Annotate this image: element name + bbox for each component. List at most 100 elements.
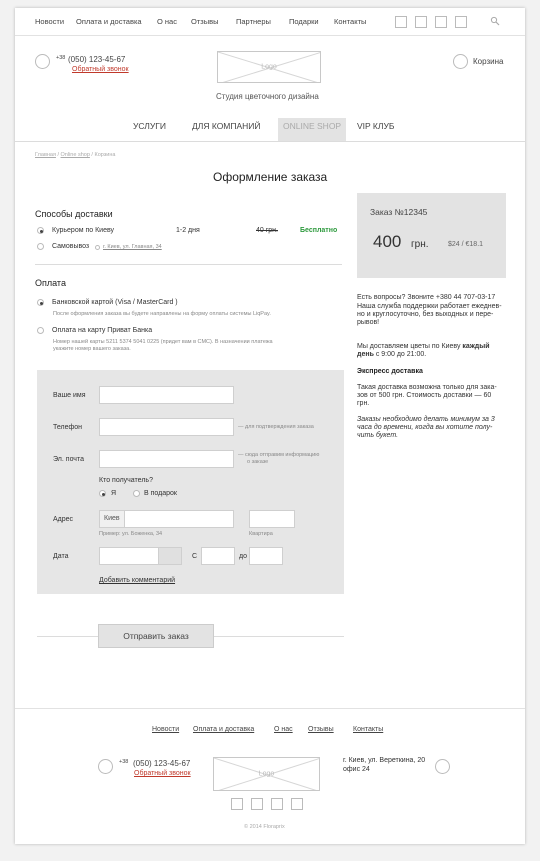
breadcrumb-shop[interactable]: Online shop [61, 152, 90, 158]
name-label: Ваше имя [53, 392, 86, 399]
recipient-gift-label[interactable]: В подарок [144, 490, 177, 497]
apartment-label: Квартира [249, 531, 273, 537]
footer-logo-text: Logo [258, 770, 275, 778]
delivery-info-text: с 9:00 до 21:00. [375, 351, 427, 358]
breadcrumb-sep: / [57, 152, 59, 158]
social-icon[interactable] [415, 16, 427, 28]
order-time-note: часа до времени, когда вы хотите полу- [357, 424, 493, 431]
cart-link[interactable]: Корзина [473, 57, 503, 66]
apartment-input[interactable] [249, 510, 295, 528]
time-to-label: до [239, 553, 247, 560]
top-nav-link-contacts[interactable]: Контакты [334, 17, 366, 26]
delivery-courier-label[interactable]: Курьером по Киеву [52, 227, 114, 234]
payment-card-note: После оформления заказа вы будете направ… [53, 311, 271, 317]
delivery-pickup-radio[interactable] [37, 243, 44, 250]
page: Новости Оплата и доставка О нас Отзывы П… [15, 8, 525, 844]
top-nav-link-about[interactable]: О нас [157, 17, 177, 26]
social-icon[interactable] [395, 16, 407, 28]
main-nav-companies[interactable]: ДЛЯ КОМПАНИЙ [192, 121, 261, 131]
recipient-question: Кто получатель? [99, 477, 153, 484]
city-field[interactable]: Киев [99, 510, 125, 528]
submit-order-button[interactable]: Отправить заказ [98, 624, 214, 648]
footer-phone[interactable]: (050) 123-45-67 [133, 759, 190, 768]
breadcrumb-sep: / [91, 152, 93, 158]
location-icon [435, 759, 450, 774]
top-nav-link-partners[interactable]: Партнеры [236, 17, 271, 26]
main-nav-online-shop[interactable]: ONLINE SHOP [278, 118, 347, 141]
footer: Новости Оплата и доставка О нас Отзывы К… [15, 708, 525, 844]
order-currency: грн. [411, 239, 429, 250]
footer-link-reviews[interactable]: Отзывы [308, 726, 334, 733]
divider [35, 264, 342, 265]
time-from-label: С [192, 553, 198, 560]
footer-callback-link[interactable]: Обратный звонок [134, 770, 191, 777]
recipient-me-label[interactable]: Я [111, 490, 116, 497]
callback-link[interactable]: Обратный звонок [72, 66, 129, 73]
date-input[interactable] [99, 547, 159, 565]
logo[interactable]: Logo [217, 51, 321, 83]
recipient-gift-radio[interactable] [133, 490, 140, 497]
delivery-info-bold: день [357, 351, 374, 358]
payment-privat-label[interactable]: Оплата на карту Приват Банка [52, 327, 152, 334]
top-nav: Новости Оплата и доставка О нас Отзывы П… [15, 8, 525, 36]
payment-card-radio[interactable] [37, 299, 44, 306]
delivery-pickup-address[interactable]: г. Киев, ул. Главная, 34 [103, 244, 162, 250]
phone-input[interactable] [99, 418, 234, 436]
calendar-button[interactable] [158, 547, 182, 565]
copyright: © 2014 Floraprix [244, 824, 285, 830]
email-input[interactable] [99, 450, 234, 468]
name-input[interactable] [99, 386, 234, 404]
delivery-pickup-label[interactable]: Самовывоз [52, 243, 89, 250]
breadcrumb: Главная / Online shop / Корзина [35, 152, 115, 158]
phone-icon [98, 759, 113, 774]
social-icon[interactable] [291, 798, 303, 810]
footer-logo[interactable]: Logo [213, 757, 320, 791]
divider [15, 141, 525, 142]
social-icon[interactable] [435, 16, 447, 28]
cart-icon[interactable] [453, 54, 468, 69]
top-nav-link-news[interactable]: Новости [35, 17, 64, 26]
header-phone[interactable]: (050) 123-45-67 [68, 55, 125, 64]
social-icon[interactable] [231, 798, 243, 810]
social-icon[interactable] [455, 16, 467, 28]
breadcrumb-current: Корзина [94, 152, 116, 158]
express-text: зов от 500 грн. Стоимость доставки — 60 [357, 392, 492, 399]
top-nav-link-gifts[interactable]: Подарки [289, 17, 319, 26]
main-nav-services[interactable]: УСЛУГИ [133, 121, 166, 131]
main-nav-vip-club[interactable]: VIP КЛУБ [357, 121, 394, 131]
footer-link-news[interactable]: Новости [152, 726, 179, 733]
payment-privat-radio[interactable] [37, 327, 44, 334]
address-label: Адрес [53, 516, 74, 523]
delivery-courier-radio[interactable] [37, 227, 44, 234]
support-text: Есть вопросы? Звоните +380 44 707-03-17 [357, 294, 496, 301]
tagline: Студия цветочного дизайна [216, 92, 319, 101]
top-nav-link-payment[interactable]: Оплата и доставка [76, 17, 142, 26]
social-icon[interactable] [271, 798, 283, 810]
page-title: Оформление заказа [213, 170, 328, 184]
search-icon[interactable] [490, 16, 500, 26]
support-text: но и круглосуточно, без выходных и пере- [357, 311, 494, 318]
email-hint: — сюда отправим информацию [238, 452, 320, 458]
footer-link-payment[interactable]: Оплата и доставка [193, 726, 254, 733]
email-label: Эл. почта [53, 456, 84, 463]
location-icon [95, 245, 100, 250]
phone-prefix: +38 [119, 759, 129, 765]
footer-link-about[interactable]: О нас [274, 726, 293, 733]
payment-card-label[interactable]: Банковской картой (Visa / MasterCard ) [52, 299, 178, 306]
footer-address: офис 24 [343, 766, 370, 773]
payment-privat-note: Номер нашей карты 5211 5374 5041 0225 (п… [53, 339, 273, 345]
recipient-me-radio[interactable] [99, 490, 106, 497]
time-to-input[interactable] [249, 547, 283, 565]
breadcrumb-home[interactable]: Главная [35, 152, 56, 158]
add-comment-link[interactable]: Добавить комментарий [99, 577, 175, 584]
street-input[interactable] [124, 510, 234, 528]
delivery-info-bold: каждый [462, 343, 490, 350]
social-icon[interactable] [251, 798, 263, 810]
delivery-info: день с 9:00 до 21:00. [357, 351, 426, 358]
phone-label: Телефон [53, 424, 83, 431]
top-nav-link-reviews[interactable]: Отзывы [191, 17, 218, 26]
order-time-note: чить букет. [357, 432, 399, 439]
footer-link-contacts[interactable]: Контакты [353, 726, 383, 733]
payment-title: Оплата [35, 278, 66, 288]
time-from-input[interactable] [201, 547, 235, 565]
